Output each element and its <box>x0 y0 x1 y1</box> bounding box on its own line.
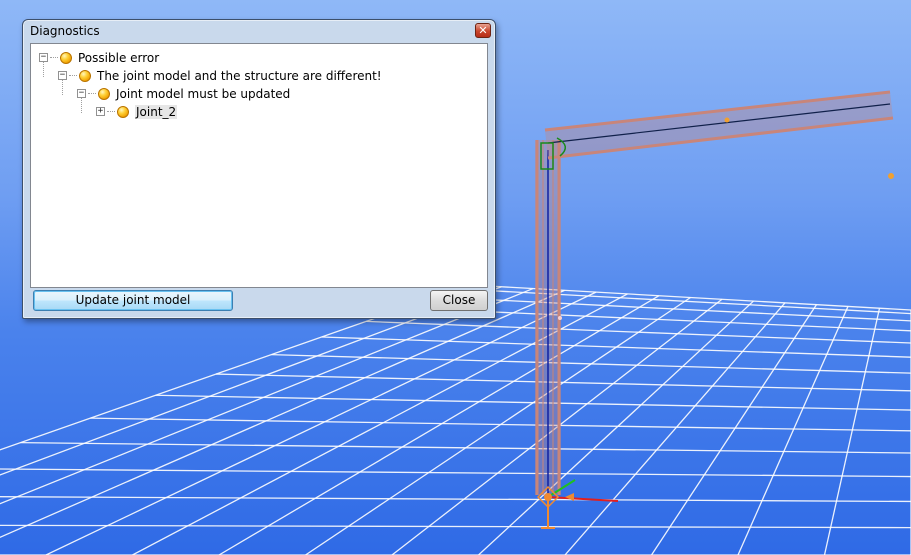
grid-line <box>45 291 597 555</box>
tree-item-joint-2[interactable]: + Joint_2 <box>96 103 178 120</box>
tree-item-label: The joint model and the structure are di… <box>97 68 382 83</box>
diagnostics-tree[interactable]: − Possible error − The joint model and t… <box>30 43 488 288</box>
close-button[interactable]: Close <box>430 290 488 311</box>
diagnostics-dialog: Diagnostics ✕ − Possible error − The joi… <box>22 19 496 319</box>
grid-line <box>823 308 881 555</box>
update-joint-model-button[interactable]: Update joint model <box>33 290 233 311</box>
grid-line <box>0 496 911 503</box>
warning-bulb-icon <box>117 105 129 118</box>
node-marker <box>558 316 562 320</box>
expand-icon[interactable]: + <box>96 107 105 116</box>
tree-item-label: Possible error <box>78 50 160 65</box>
warning-bulb-icon <box>98 87 110 100</box>
tree-connector <box>50 57 58 58</box>
node-marker <box>724 117 730 123</box>
warning-bulb-icon <box>60 51 72 64</box>
base-node-marker <box>544 493 552 501</box>
dialog-title: Diagnostics <box>30 24 100 38</box>
warning-bulb-icon <box>79 69 91 82</box>
tree-item-joint-model-update[interactable]: − Joint model must be updated <box>77 85 290 102</box>
collapse-icon[interactable]: − <box>77 89 86 98</box>
tree-item-label: Joint model must be updated <box>116 86 291 101</box>
grid-line <box>0 524 911 529</box>
tree-item-structure-different[interactable]: − The joint model and the structure are … <box>58 67 382 84</box>
tree-connector <box>69 75 77 76</box>
tree-connector <box>88 93 96 94</box>
close-icon[interactable]: ✕ <box>475 23 491 38</box>
dialog-titlebar[interactable]: Diagnostics ✕ <box>23 20 495 43</box>
collapse-icon[interactable]: − <box>58 71 67 80</box>
grid-line <box>737 306 849 555</box>
tree-item-possible-error[interactable]: − Possible error <box>39 49 159 66</box>
collapse-icon[interactable]: − <box>39 53 48 62</box>
tree-item-label: Joint_2 <box>135 104 178 119</box>
grid-line <box>0 289 565 538</box>
node-marker <box>888 173 894 179</box>
grid-line <box>650 304 818 555</box>
tree-connector <box>107 111 115 112</box>
